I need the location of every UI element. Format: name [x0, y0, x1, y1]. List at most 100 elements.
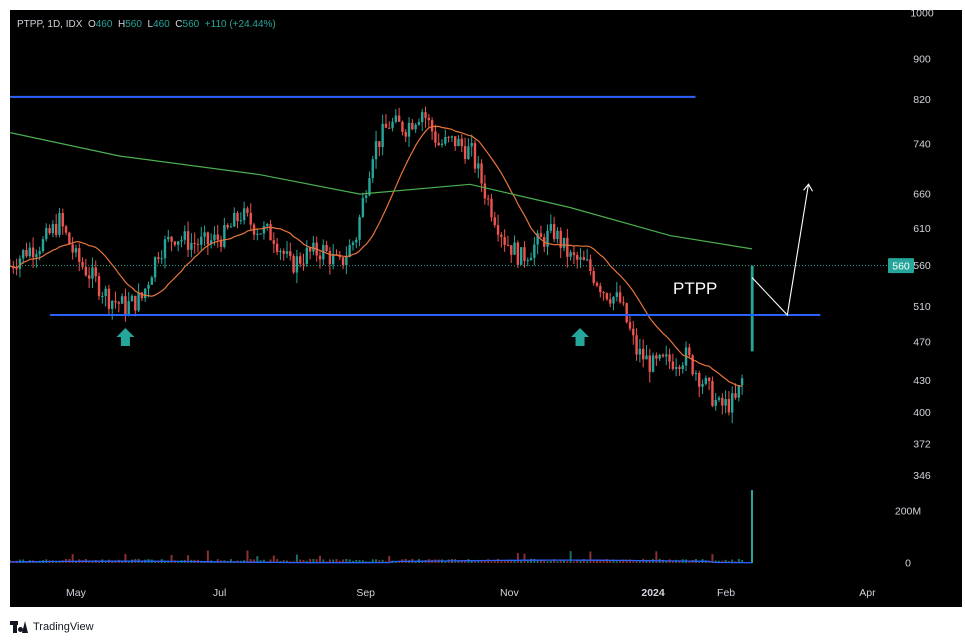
volume-bar	[503, 561, 506, 563]
candle-body	[434, 131, 437, 143]
candle-body	[374, 141, 378, 160]
candle-body	[25, 249, 28, 257]
candle-body	[299, 256, 302, 264]
candle-body	[556, 230, 559, 240]
candle-body	[615, 292, 618, 297]
levels-layer: 560	[10, 95, 914, 317]
candle-body	[523, 247, 526, 261]
volume-bar	[493, 561, 496, 563]
candle-body	[308, 247, 312, 252]
candle-body	[68, 232, 71, 245]
candle-body	[595, 282, 599, 286]
candle-body	[516, 242, 520, 265]
candle-body	[721, 397, 724, 406]
candle-body	[45, 228, 48, 240]
projection-path	[751, 184, 810, 317]
candle-body	[625, 303, 628, 323]
candle-body	[279, 250, 282, 252]
candle-body	[401, 121, 404, 132]
candle-body	[734, 393, 737, 398]
candle-body	[628, 322, 632, 329]
candle-body	[539, 233, 543, 238]
volume-bar	[579, 560, 582, 563]
price-chart[interactable]: 560 PTPP 1000 900 820 740 660 610 560 510 470 430…	[10, 10, 962, 607]
candle-body	[101, 296, 104, 298]
candle-body	[150, 277, 154, 285]
candle-body	[463, 146, 467, 160]
candle-body	[473, 143, 477, 169]
candle-body	[38, 251, 41, 255]
candle-body	[737, 385, 741, 398]
candle-body	[681, 365, 684, 370]
candle-body	[295, 256, 299, 273]
price-tick-label: 470	[913, 336, 931, 348]
candle-body	[519, 247, 523, 265]
candle-body	[483, 183, 487, 199]
annotation-text: PTPP	[673, 279, 717, 298]
moving-averages-layer	[10, 125, 753, 387]
candle-body	[54, 224, 58, 235]
candle-body	[361, 197, 365, 217]
candle-body	[305, 247, 308, 264]
volume-bar	[510, 560, 513, 563]
candle-body	[503, 237, 506, 245]
candle-body	[325, 245, 328, 252]
candle-body	[688, 347, 691, 356]
time-axis: May Jul Sep Nov 2024 Feb Apr	[66, 587, 876, 599]
candle-body	[312, 242, 315, 252]
candle-body	[427, 117, 431, 121]
candle-body	[272, 240, 276, 244]
candle-body	[206, 232, 210, 245]
close-label: C	[175, 19, 183, 30]
price-tick-label: 510	[913, 301, 931, 313]
candle-body	[477, 163, 480, 169]
price-tick-label: 430	[913, 375, 931, 387]
price-tick-label: 1000	[910, 10, 934, 20]
open-label: O	[87, 19, 96, 30]
volume-bar	[549, 560, 552, 563]
volume-bar	[516, 553, 519, 563]
candle-body	[480, 163, 483, 184]
candle-body	[137, 292, 140, 311]
brand-footer[interactable]: TradingView	[10, 618, 94, 636]
open-value: 460	[95, 19, 113, 30]
candle-body	[71, 244, 74, 253]
candle-body	[486, 198, 490, 200]
candle-body	[15, 268, 18, 270]
volume-bar	[615, 561, 618, 563]
candle-body	[648, 355, 651, 372]
change-value: +110 (+24.44%)	[204, 19, 276, 30]
volume-bar	[572, 561, 575, 563]
candle-body	[269, 224, 272, 241]
candle-body	[714, 399, 717, 406]
candle-body	[421, 112, 424, 123]
chart-panel[interactable]: 560 PTPP 1000 900 820 740 660 610 560 510 470 430…	[10, 10, 962, 607]
volume-bar	[473, 560, 476, 563]
candle-body	[493, 217, 496, 226]
candle-body	[651, 355, 655, 372]
candle-body	[318, 255, 322, 260]
time-tick-label: Feb	[717, 587, 735, 599]
candle-body	[388, 127, 391, 129]
symbol-legend: PTPP, 1D, IDX O460 H560 L460 C560 +110 (…	[17, 19, 276, 30]
candle-body	[447, 136, 450, 138]
candle-body	[203, 232, 206, 237]
candle-body	[163, 239, 167, 259]
candle-body	[351, 242, 355, 246]
candle-body	[364, 195, 368, 198]
candle-body	[127, 301, 130, 314]
candle-body	[632, 328, 635, 336]
candle-body	[91, 267, 94, 279]
price-tick-label: 820	[913, 94, 931, 106]
candle-body	[585, 259, 589, 261]
candle-body	[707, 377, 711, 382]
time-tick-label: Jul	[213, 587, 226, 599]
candle-body	[460, 138, 463, 147]
candle-body	[266, 224, 269, 227]
volume-bar	[566, 561, 569, 563]
volume-bar	[569, 551, 572, 563]
candle-body	[407, 122, 411, 137]
candle-body	[74, 248, 78, 253]
candle-body	[249, 212, 252, 225]
candle-body	[345, 256, 348, 266]
